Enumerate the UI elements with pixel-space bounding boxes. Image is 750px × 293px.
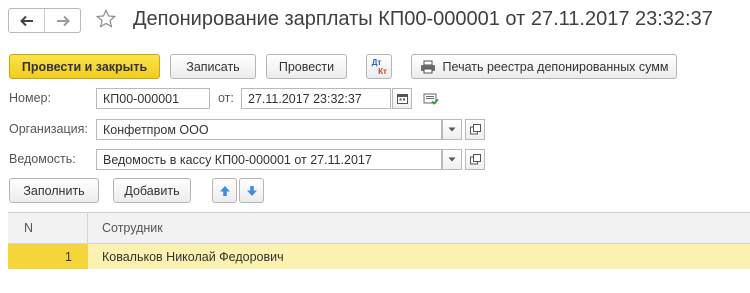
document-history-icon <box>423 93 439 105</box>
navigation-group <box>8 8 81 33</box>
dt-kt-button[interactable]: Дт Кт <box>366 54 392 79</box>
favorite-button[interactable] <box>93 6 119 32</box>
fill-button[interactable]: Заполнить <box>9 178 99 203</box>
column-header-n[interactable]: N <box>8 213 88 243</box>
save-button[interactable]: Записать <box>170 54 256 79</box>
calendar-icon <box>396 94 408 104</box>
date-field[interactable]: 27.11.2017 23:32:37 <box>241 88 391 109</box>
dt-label: Дт <box>371 57 382 67</box>
kt-label: Кт <box>378 66 387 76</box>
organization-field[interactable]: Конфетпром ООО <box>96 119 442 140</box>
post-button[interactable]: Провести <box>266 54 347 79</box>
open-form-icon <box>469 124 481 135</box>
column-header-employee[interactable]: Сотрудник <box>88 213 750 243</box>
statement-dropdown-button[interactable] <box>442 149 462 170</box>
page-title: Депонирование зарплаты КП00-000001 от 27… <box>133 8 713 30</box>
organization-label: Организация: <box>9 122 88 136</box>
calendar-button[interactable] <box>392 88 412 109</box>
arrow-up-icon <box>219 185 230 196</box>
history-button[interactable] <box>422 90 440 108</box>
chevron-down-icon <box>448 127 456 132</box>
open-form-icon <box>469 154 481 165</box>
statement-open-button[interactable] <box>465 149 485 170</box>
forward-button[interactable] <box>44 9 80 32</box>
back-button[interactable] <box>9 9 44 32</box>
number-label: Номер: <box>9 91 51 105</box>
number-field[interactable]: КП00-000001 <box>96 88 210 109</box>
employees-table: N Сотрудник 1 Ковальков Николай Федорови… <box>8 212 750 293</box>
table-row[interactable]: 1 Ковальков Николай Федорович <box>8 244 750 269</box>
add-button[interactable]: Добавить <box>113 178 191 203</box>
statement-label: Ведомость: <box>9 152 76 166</box>
organization-open-button[interactable] <box>465 119 485 140</box>
printer-icon <box>420 60 435 73</box>
organization-dropdown-button[interactable] <box>442 119 462 140</box>
arrow-down-icon <box>246 185 257 196</box>
row-number-cell: 1 <box>8 244 88 269</box>
table-header: N Сотрудник <box>8 213 750 244</box>
post-and-close-button[interactable]: Провести и закрыть <box>9 54 160 79</box>
date-label: от: <box>218 91 234 105</box>
print-register-label: Печать реестра депонированных сумм <box>442 59 669 74</box>
arrow-left-icon <box>19 15 33 26</box>
chevron-down-icon <box>448 157 456 162</box>
star-icon <box>95 8 117 28</box>
print-register-button[interactable]: Печать реестра депонированных сумм <box>411 54 677 79</box>
arrow-right-icon <box>56 15 70 26</box>
statement-field[interactable]: Ведомость в кассу КП00-000001 от 27.11.2… <box>96 149 442 170</box>
move-down-button[interactable] <box>239 178 264 203</box>
employee-cell: Ковальков Николай Федорович <box>102 249 284 264</box>
move-up-button[interactable] <box>212 178 237 203</box>
